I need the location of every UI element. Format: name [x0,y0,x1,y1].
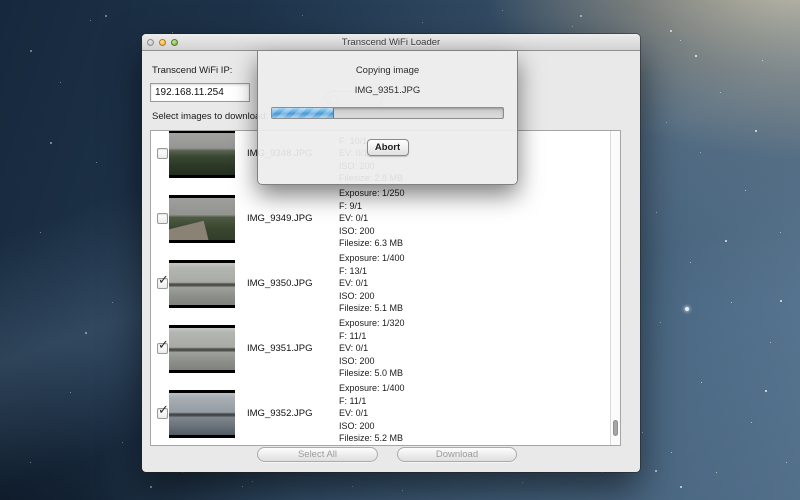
scrollbar-thumb[interactable] [613,420,618,436]
photo-lake [169,328,235,370]
ip-label: Transcend WiFi IP: [152,65,232,76]
image-thumbnail [169,195,235,243]
exif-line: ISO: 200 [339,290,620,302]
image-thumbnail [169,130,235,178]
list-item: IMG_9349.JPGExposure: 1/250F: 9/1EV: 0/1… [151,186,620,251]
select-all-button[interactable]: Select All [257,447,378,462]
checkmark-icon: ✓ [158,338,169,351]
image-filename: IMG_9350.JPG [247,278,339,289]
image-filename: IMG_9352.JPG [247,408,339,419]
list-item: ✓IMG_9350.JPGExposure: 1/400F: 13/1EV: 0… [151,251,620,316]
exif-line: EV: 0/1 [339,342,620,354]
app-window: Transcend WiFi Loader Transcend WiFi IP:… [142,34,640,472]
exif-line: Filesize: 5.0 MB [339,367,620,379]
image-thumbnail [169,260,235,308]
exif-info: Exposure: 1/400F: 11/1EV: 0/1ISO: 200Fil… [339,382,620,444]
abort-button[interactable]: Abort [367,139,409,156]
exif-line: Filesize: 5.2 MB [339,432,620,444]
exif-info: Exposure: 1/400F: 13/1EV: 0/1ISO: 200Fil… [339,252,620,314]
exif-line: Exposure: 1/400 [339,252,620,264]
exif-line: EV: 0/1 [339,212,620,224]
image-checkbox[interactable]: ✓ [157,278,168,289]
exif-line: ISO: 200 [339,225,620,237]
exif-line: F: 13/1 [339,265,620,277]
photo-forest [169,133,235,175]
checkmark-icon: ✓ [158,273,169,286]
image-checkbox[interactable] [157,213,168,224]
list-item: ✓IMG_9352.JPGExposure: 1/400F: 11/1EV: 0… [151,381,620,446]
image-thumbnail [169,390,235,438]
exif-line: F: 9/1 [339,200,620,212]
exif-line: EV: 0/1 [339,277,620,289]
exif-line: F: 11/1 [339,330,620,342]
image-checkbox[interactable] [157,148,168,159]
list-item: ✓IMG_9351.JPGExposure: 1/320F: 11/1EV: 0… [151,316,620,381]
image-filename: IMG_9351.JPG [247,343,339,354]
ip-input[interactable] [150,83,250,102]
image-filename: IMG_9349.JPG [247,213,339,224]
exif-info: Exposure: 1/320F: 11/1EV: 0/1ISO: 200Fil… [339,317,620,379]
exif-line: Exposure: 1/400 [339,382,620,394]
copy-progress-dialog: Copying image IMG_9351.JPG Abort [257,51,518,185]
exif-line: EV: 0/1 [339,407,620,419]
photo-road [169,198,235,240]
stars-layer [0,0,2,2]
photo-lake-dark [169,393,235,435]
exif-line: Exposure: 1/320 [339,317,620,329]
progress-bar-fill [272,108,334,118]
window-title: Transcend WiFi Loader [142,37,640,48]
download-button[interactable]: Download [397,447,517,462]
checkmark-icon: ✓ [158,403,169,416]
title-bar[interactable]: Transcend WiFi Loader [142,34,640,51]
desktop-wallpaper: Transcend WiFi Loader Transcend WiFi IP:… [0,0,800,500]
image-checkbox[interactable]: ✓ [157,408,168,419]
image-thumbnail [169,325,235,373]
select-images-label: Select images to download: [152,111,268,122]
image-checkbox[interactable]: ✓ [157,343,168,354]
exif-line: Filesize: 5.1 MB [339,302,620,314]
exif-line: ISO: 200 [339,355,620,367]
progress-bar [271,107,504,119]
bright-star [685,307,689,311]
exif-line: F: 11/1 [339,395,620,407]
exif-line: Filesize: 6.3 MB [339,237,620,249]
dialog-filename: IMG_9351.JPG [258,85,517,96]
dialog-title: Copying image [258,65,517,76]
exif-line: ISO: 200 [339,420,620,432]
photo-lake [169,263,235,305]
exif-line: Exposure: 1/250 [339,187,620,199]
scrollbar-track[interactable] [610,131,620,445]
exif-info: Exposure: 1/250F: 9/1EV: 0/1ISO: 200File… [339,187,620,249]
